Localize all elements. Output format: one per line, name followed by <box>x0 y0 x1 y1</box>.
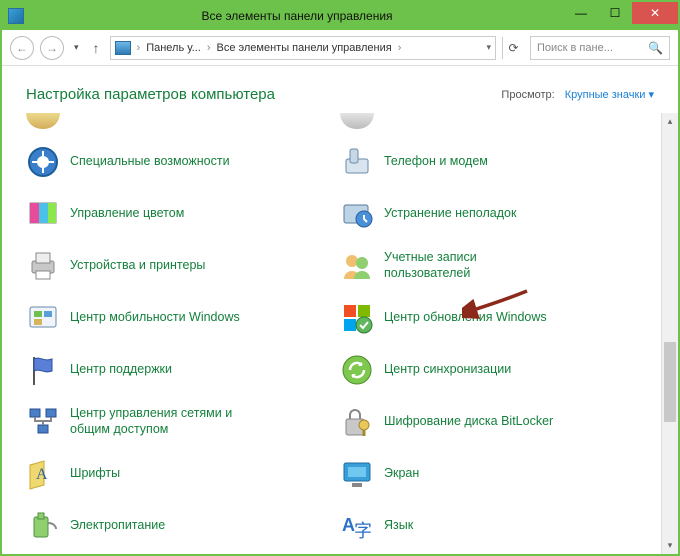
control-panel-window: Все элементы панели управления — ☐ ✕ ← →… <box>0 0 680 556</box>
search-placeholder: Поиск в пане... <box>537 42 613 54</box>
item-network-sharing[interactable]: Центр управления сетями и общим доступом <box>26 403 330 441</box>
item-mobility-center[interactable]: Центр мобильности Windows <box>26 299 330 337</box>
item-language[interactable]: A字 Язык <box>340 507 644 545</box>
network-icon <box>26 405 60 439</box>
item-label: Центр обновления Windows <box>384 310 547 326</box>
item-action-center[interactable]: Центр поддержки <box>26 351 330 389</box>
item-label: Учетные записи пользователей <box>384 250 564 281</box>
breadcrumb-sep: › <box>205 42 213 54</box>
window-title: Все элементы панели управления <box>30 9 564 23</box>
item-label: Электропитание <box>70 518 165 534</box>
item-label: Экран <box>384 466 419 482</box>
item-display[interactable]: Экран <box>340 455 644 493</box>
printer-icon <box>26 249 60 283</box>
close-button[interactable]: ✕ <box>632 2 678 24</box>
view-value[interactable]: Крупные значки ▾ <box>565 88 654 101</box>
maximize-button[interactable]: ☐ <box>598 2 632 24</box>
history-dropdown[interactable]: ▾ <box>70 42 83 53</box>
item-devices-printers[interactable]: Устройства и принтеры <box>26 247 330 285</box>
troubleshoot-icon <box>340 197 374 231</box>
content-header: Настройка параметров компьютера Просмотр… <box>2 66 678 113</box>
flag-icon <box>26 353 60 387</box>
lock-icon <box>340 405 374 439</box>
breadcrumb-sep: › <box>135 42 143 54</box>
item-windows-update[interactable]: Центр обновления Windows <box>340 299 644 337</box>
item-label: Устройства и принтеры <box>70 258 205 274</box>
item-phone-modem[interactable]: Телефон и модем <box>340 143 644 181</box>
forward-button[interactable]: → <box>40 36 64 60</box>
location-icon <box>115 41 131 55</box>
item-power[interactable]: Электропитание <box>26 507 330 545</box>
app-icon <box>8 8 24 24</box>
item-fonts[interactable]: A Шрифты <box>26 455 330 493</box>
breadcrumb-item[interactable]: Все элементы панели управления <box>217 42 392 54</box>
window-controls: — ☐ ✕ <box>564 2 678 30</box>
item-sync-center[interactable]: Центр синхронизации <box>340 351 644 389</box>
item-accessibility[interactable]: Специальные возможности <box>26 143 330 181</box>
svg-text:字: 字 <box>354 521 372 541</box>
power-icon <box>26 509 60 543</box>
scrollbar[interactable]: ▴ ▾ <box>661 113 678 554</box>
minimize-button[interactable]: — <box>564 2 598 24</box>
breadcrumb-item[interactable]: Панель у... <box>146 42 201 54</box>
item-bitlocker[interactable]: Шифрование диска BitLocker <box>340 403 644 441</box>
svg-text:A: A <box>36 466 48 483</box>
item-label: Центр поддержки <box>70 362 172 378</box>
language-icon: A字 <box>340 509 374 543</box>
item-label: Язык <box>384 518 413 534</box>
search-icon: 🔍 <box>648 41 663 55</box>
address-bar[interactable]: › Панель у... › Все элементы панели упра… <box>110 36 496 60</box>
phone-icon <box>340 145 374 179</box>
item-label: Центр мобильности Windows <box>70 310 240 326</box>
item-label: Шрифты <box>70 466 120 482</box>
scroll-track[interactable] <box>662 130 678 537</box>
scroll-down-button[interactable]: ▾ <box>662 537 678 554</box>
sync-icon <box>340 353 374 387</box>
item-user-accounts[interactable]: Учетные записи пользователей <box>340 247 644 285</box>
update-icon <box>340 301 374 335</box>
item-label: Телефон и модем <box>384 154 488 170</box>
view-label: Просмотр: <box>501 89 554 101</box>
scroll-thumb[interactable] <box>664 342 676 422</box>
scroll-up-button[interactable]: ▴ <box>662 113 678 130</box>
item-label: Центр управления сетями и общим доступом <box>70 406 250 437</box>
display-icon <box>340 457 374 491</box>
accessibility-icon <box>26 145 60 179</box>
item-troubleshooting[interactable]: Устранение неполадок <box>340 195 644 233</box>
items-grid: Специальные возможности Телефон и модем … <box>26 113 664 545</box>
users-icon <box>340 249 374 283</box>
back-button[interactable]: ← <box>10 36 34 60</box>
color-icon <box>26 197 60 231</box>
item-label: Центр синхронизации <box>384 362 511 378</box>
partial-item[interactable] <box>340 113 644 129</box>
page-title: Настройка параметров компьютера <box>26 86 275 103</box>
address-dropdown-icon[interactable]: ▾ <box>486 42 491 53</box>
search-input[interactable]: Поиск в пане... 🔍 <box>530 36 670 60</box>
titlebar[interactable]: Все элементы панели управления — ☐ ✕ <box>2 2 678 30</box>
partial-item[interactable] <box>26 113 330 129</box>
item-color-management[interactable]: Управление цветом <box>26 195 330 233</box>
fonts-icon: A <box>26 457 60 491</box>
item-label: Устранение неполадок <box>384 206 516 222</box>
breadcrumb-sep: › <box>396 42 404 54</box>
items-panel: Специальные возможности Телефон и модем … <box>2 113 678 554</box>
mobility-icon <box>26 301 60 335</box>
up-button[interactable]: ↑ <box>89 40 104 56</box>
view-selector: Просмотр: Крупные значки ▾ <box>501 88 654 101</box>
refresh-button[interactable]: ⟳ <box>502 37 524 59</box>
item-label: Специальные возможности <box>70 154 230 170</box>
item-label: Управление цветом <box>70 206 184 222</box>
navigation-toolbar: ← → ▾ ↑ › Панель у... › Все элементы пан… <box>2 30 678 66</box>
item-label: Шифрование диска BitLocker <box>384 414 553 430</box>
